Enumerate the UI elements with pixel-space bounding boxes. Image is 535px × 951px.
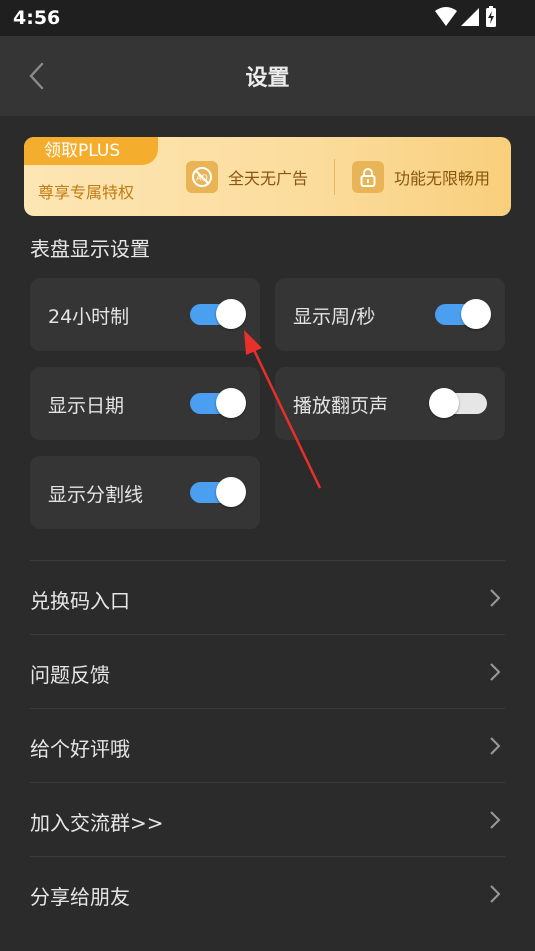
feature-no-ads: AD 全天无广告: [186, 161, 308, 193]
toggle-switch-flip-sound[interactable]: [429, 388, 487, 418]
menu-item-label: 分享给朋友: [30, 885, 130, 909]
app-header: 设置: [0, 36, 535, 116]
toggle-label: 24小时制: [48, 306, 130, 328]
page-title: 设置: [245, 66, 290, 91]
status-icons: [435, 6, 496, 27]
no-ads-icon: AD: [186, 161, 218, 193]
status-bar: 4:56: [0, 0, 535, 36]
feature-label: 全天无广告: [228, 169, 309, 188]
annotation-arrow-icon: [244, 330, 322, 489]
toggle-switch-week-seconds[interactable]: [431, 299, 491, 329]
menu-item-label: 兑换码入口: [30, 589, 130, 613]
toggle-switch-date[interactable]: [186, 388, 246, 418]
toggle-switch-divider-line[interactable]: [186, 477, 246, 507]
menu-item-feedback[interactable]: 问题反馈: [30, 635, 505, 709]
lock-icon: [352, 161, 384, 193]
chevron-right-icon: [490, 663, 501, 681]
toggle-tile-24h: 24小时制: [30, 278, 260, 351]
chevron-right-icon: [490, 885, 501, 903]
chevron-right-icon: [490, 589, 501, 607]
menu-item-label: 加入交流群>>: [30, 811, 164, 835]
feature-label: 功能无限畅用: [394, 169, 491, 188]
plus-badge: 领取PLUS: [24, 137, 158, 165]
menu-item-label: 问题反馈: [30, 663, 110, 687]
plus-banner[interactable]: 领取PLUS 尊享专属特权 AD 全天无广告 功能无限畅用: [24, 137, 511, 216]
menu-item-rate[interactable]: 给个好评哦: [30, 709, 505, 783]
toggle-tile-divider-line: 显示分割线: [30, 456, 260, 529]
battery-icon: [486, 6, 496, 27]
status-time: 4:56: [13, 7, 61, 29]
menu-item-label: 给个好评哦: [30, 737, 130, 761]
toggle-switch-24h[interactable]: [186, 299, 246, 329]
section-title: 表盘显示设置: [30, 237, 150, 261]
menu-item-redeem-code[interactable]: 兑换码入口: [30, 561, 505, 635]
toggle-tile-date: 显示日期: [30, 367, 260, 440]
menu-item-join-group[interactable]: 加入交流群>>: [30, 783, 505, 857]
chevron-right-icon: [490, 737, 501, 755]
signal-icon: [461, 8, 479, 26]
wifi-icon: [435, 7, 457, 26]
feature-unlimited: 功能无限畅用: [352, 161, 490, 193]
toggle-label: 显示分割线: [48, 484, 144, 506]
feature-divider: [334, 159, 335, 195]
svg-text:AD: AD: [196, 174, 208, 183]
menu-item-share[interactable]: 分享给朋友: [30, 857, 505, 931]
toggle-label: 显示周/秒: [293, 306, 376, 328]
plus-subtitle: 尊享专属特权: [38, 183, 135, 202]
chevron-right-icon: [490, 811, 501, 829]
toggle-label: 显示日期: [48, 395, 125, 417]
